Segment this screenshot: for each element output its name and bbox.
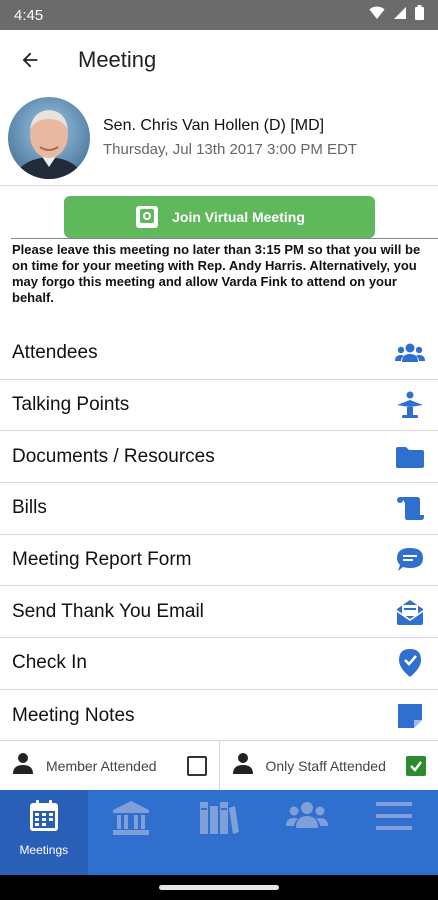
join-virtual-meeting-container: Join Virtual Meeting (64, 196, 375, 238)
menu-item-label: Talking Points (12, 394, 130, 416)
signal-icon (393, 6, 407, 25)
status-bar: 4:45 (0, 0, 438, 30)
envelope-open-icon (394, 596, 426, 628)
menu-item-documents-resources[interactable]: Documents / Resources (0, 431, 438, 484)
nav-item-label: Meetings (19, 843, 69, 857)
folder-icon (394, 441, 426, 473)
menu-item-send-thank-you-email[interactable]: Send Thank You Email (0, 586, 438, 639)
users-icon (394, 337, 426, 369)
person-icon (12, 752, 34, 779)
menu-item-label: Bills (12, 497, 47, 519)
menu-item-talking-points[interactable]: Talking Points (0, 380, 438, 432)
host-name: Sen. Chris Van Hollen (D) [MD] (103, 117, 325, 134)
home-gesture-handle[interactable] (159, 885, 279, 890)
nav-item-menu[interactable] (350, 790, 438, 875)
scheduling-notice: Please leave this meeting no later than … (12, 242, 421, 305)
wifi-icon (369, 6, 385, 25)
menu-item-bills[interactable]: Bills (0, 483, 438, 535)
menu-item-label: Meeting Report Form (12, 549, 192, 571)
only-staff-attended-checkbox[interactable] (406, 755, 426, 776)
scroll-icon (394, 492, 426, 524)
member-attended-checkbox[interactable] (186, 755, 207, 776)
menu-item-attendees[interactable]: Attendees (0, 328, 438, 380)
status-time: 4:45 (14, 6, 44, 24)
meeting-menu: Attendees Talking Points Documents / Res… (0, 328, 438, 742)
member-attended-option[interactable]: Member Attended (0, 741, 219, 790)
menu-item-meeting-report-form[interactable]: Meeting Report Form (0, 535, 438, 587)
meeting-host: Sen. Chris Van Hollen (D) [MD] Thursday,… (0, 90, 438, 186)
nav-item-meetings[interactable]: Meetings (0, 790, 88, 875)
capitol-icon (111, 800, 151, 841)
location-check-icon (394, 647, 426, 679)
back-button[interactable] (2, 32, 58, 88)
only-staff-attended-label: Only Staff Attended (265, 757, 386, 774)
nav-item-library[interactable] (175, 790, 263, 875)
hamburger-menu-icon (375, 800, 413, 837)
member-attended-label: Member Attended (46, 757, 157, 774)
divider (11, 238, 438, 239)
app-bar: Meeting (0, 30, 438, 90)
menu-item-label: Documents / Resources (12, 445, 215, 467)
video-chat-icon (136, 206, 159, 228)
books-icon (198, 800, 240, 841)
menu-item-label: Check In (12, 652, 87, 674)
join-virtual-meeting-label: Join Virtual Meeting (172, 209, 305, 225)
sticky-note-icon (394, 700, 426, 732)
calendar-icon (29, 800, 59, 837)
only-staff-attended-option[interactable]: Only Staff Attended (218, 741, 438, 790)
menu-item-label: Attendees (12, 342, 98, 364)
avatar (8, 96, 90, 179)
bottom-nav: Meetings (0, 790, 438, 875)
status-icons (369, 5, 424, 25)
page-title: Meeting (78, 47, 157, 72)
menu-item-label: Meeting Notes (12, 704, 135, 726)
menu-item-check-in[interactable]: Check In (0, 638, 438, 690)
menu-item-meeting-notes[interactable]: Meeting Notes (0, 690, 438, 742)
nav-item-groups[interactable] (263, 790, 351, 875)
meeting-datetime: Thursday, Jul 13th 2017 3:00 PM EDT (103, 141, 358, 158)
attendance-row: Member Attended Only Staff Attended (0, 740, 438, 790)
system-nav-bar (0, 875, 438, 900)
battery-icon (415, 5, 424, 25)
arrow-left-icon (22, 52, 38, 68)
chat-bubble-icon (394, 544, 426, 576)
nav-item-congress[interactable] (88, 790, 176, 875)
join-virtual-meeting-button[interactable]: Join Virtual Meeting (64, 196, 375, 238)
checkmark-icon (410, 760, 422, 772)
podium-icon (394, 389, 426, 421)
person-icon (232, 752, 254, 779)
group-icon (285, 800, 328, 837)
menu-item-label: Send Thank You Email (12, 600, 204, 622)
